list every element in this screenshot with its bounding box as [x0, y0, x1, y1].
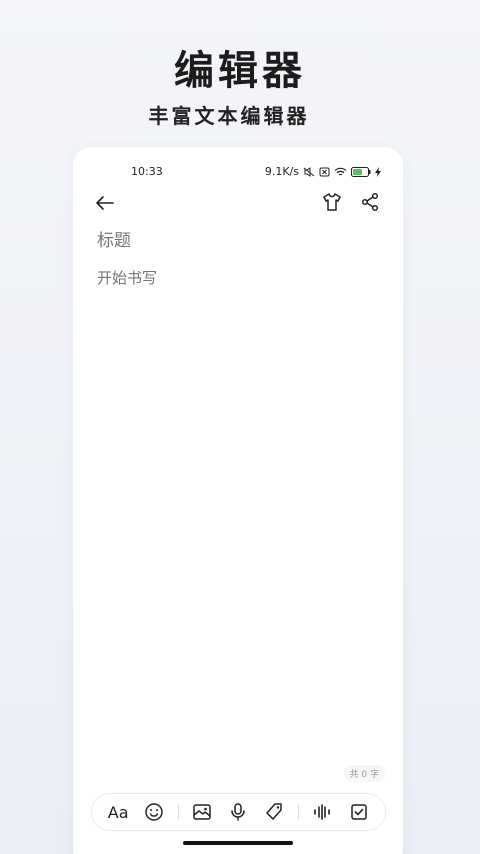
share-button[interactable] [359, 191, 381, 213]
word-count: 共 0 字 [343, 765, 385, 782]
image-button[interactable] [189, 799, 215, 825]
promo-subtitle: 丰富文本编辑器 [148, 104, 310, 128]
tag-button[interactable] [262, 799, 288, 825]
audio-button[interactable] [309, 799, 335, 825]
microphone-icon [231, 803, 246, 821]
voice-button[interactable] [225, 799, 251, 825]
toolbar-divider [298, 804, 300, 820]
font-label: Aa [107, 802, 129, 822]
phone-frame: 10:33 9.1K/s 标题 开始书写 共 0 字 Aa [73, 147, 403, 854]
sim-off-icon [319, 167, 330, 177]
font-button[interactable]: Aa [105, 799, 131, 825]
arrow-left-icon [96, 196, 114, 210]
format-toolbar: Aa [91, 793, 386, 831]
tshirt-icon [323, 193, 341, 211]
editor-top-bar [73, 191, 403, 215]
share-icon [361, 192, 379, 212]
promo-title: 编辑器 [174, 47, 306, 94]
emoji-button[interactable] [141, 799, 167, 825]
image-icon [193, 804, 211, 820]
checkbox-icon [351, 804, 367, 820]
mute-icon [303, 166, 315, 177]
back-button[interactable] [93, 191, 117, 215]
status-icons: 9.1K/s [265, 165, 381, 178]
title-input[interactable] [97, 231, 377, 251]
wifi-icon [334, 167, 347, 177]
theme-button[interactable] [321, 191, 343, 213]
status-bar: 10:33 9.1K/s [73, 165, 403, 181]
home-indicator [183, 841, 293, 845]
audio-wave-icon [314, 804, 331, 820]
tag-icon [266, 803, 282, 820]
toolbar-divider [177, 804, 179, 820]
battery-icon [351, 166, 371, 177]
status-time: 10:33 [131, 165, 163, 178]
emoji-icon [145, 803, 164, 821]
body-input[interactable] [97, 269, 377, 287]
charging-icon [375, 166, 381, 177]
network-speed: 9.1K/s [264, 165, 299, 178]
checklist-button[interactable] [346, 799, 372, 825]
